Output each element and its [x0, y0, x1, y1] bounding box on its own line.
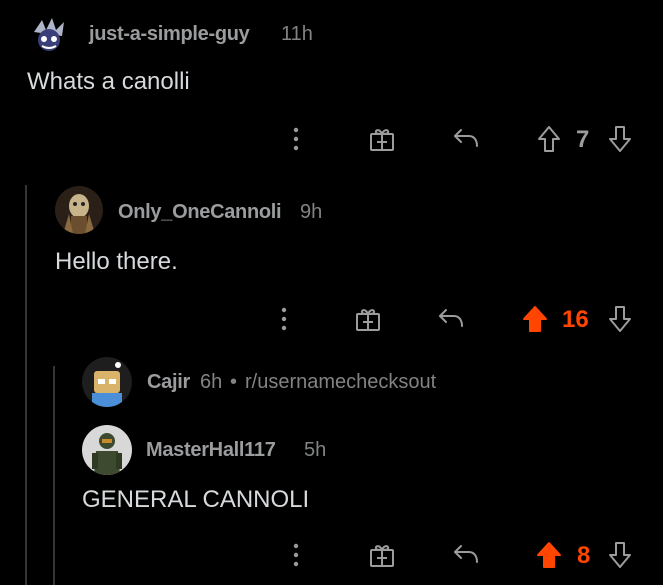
comment-username[interactable]: just-a-simple-guy: [89, 23, 250, 46]
gift-award-icon[interactable]: [354, 305, 382, 333]
upvote-arrow-icon[interactable]: [537, 125, 561, 153]
comment-body: Whats a canolli: [27, 68, 190, 95]
avatar[interactable]: [82, 425, 132, 475]
vote-score: 8: [577, 542, 591, 569]
comment-username[interactable]: Only_OneCannoli: [118, 201, 282, 224]
gift-award-icon[interactable]: [368, 125, 396, 153]
upvote-arrow-icon[interactable]: [522, 305, 548, 333]
downvote-arrow-icon[interactable]: [608, 125, 632, 153]
downvote-arrow-icon[interactable]: [608, 305, 632, 333]
reply-icon[interactable]: [437, 307, 465, 331]
vote-score: 7: [576, 126, 590, 153]
thread-line-level-2[interactable]: [53, 366, 55, 585]
more-options-icon[interactable]: [288, 542, 304, 568]
comment-timestamp: 11h: [281, 23, 313, 45]
more-options-icon[interactable]: [288, 126, 304, 152]
gift-award-icon[interactable]: [368, 541, 396, 569]
more-options-icon[interactable]: [276, 306, 292, 332]
meta-separator: •: [230, 371, 238, 393]
vote-score: 16: [562, 306, 589, 333]
comment-timestamp: 6h: [200, 371, 223, 393]
comment-timestamp: 9h: [300, 201, 323, 223]
avatar[interactable]: [55, 186, 103, 234]
reply-icon[interactable]: [452, 127, 480, 151]
upvote-arrow-icon[interactable]: [536, 541, 562, 569]
comment-body: Hello there.: [55, 248, 178, 275]
downvote-arrow-icon[interactable]: [608, 541, 632, 569]
thread-line-level-1[interactable]: [25, 185, 27, 585]
reply-icon[interactable]: [452, 543, 480, 567]
avatar[interactable]: [28, 14, 70, 56]
comment-timestamp: 5h: [304, 439, 327, 461]
subreddit-link[interactable]: r/usernamechecksout: [245, 371, 436, 394]
comment-body: GENERAL CANNOLI: [82, 486, 310, 513]
avatar[interactable]: [82, 357, 132, 407]
comment-username[interactable]: MasterHall117: [146, 439, 276, 462]
comment-username[interactable]: Cajir: [147, 371, 190, 394]
